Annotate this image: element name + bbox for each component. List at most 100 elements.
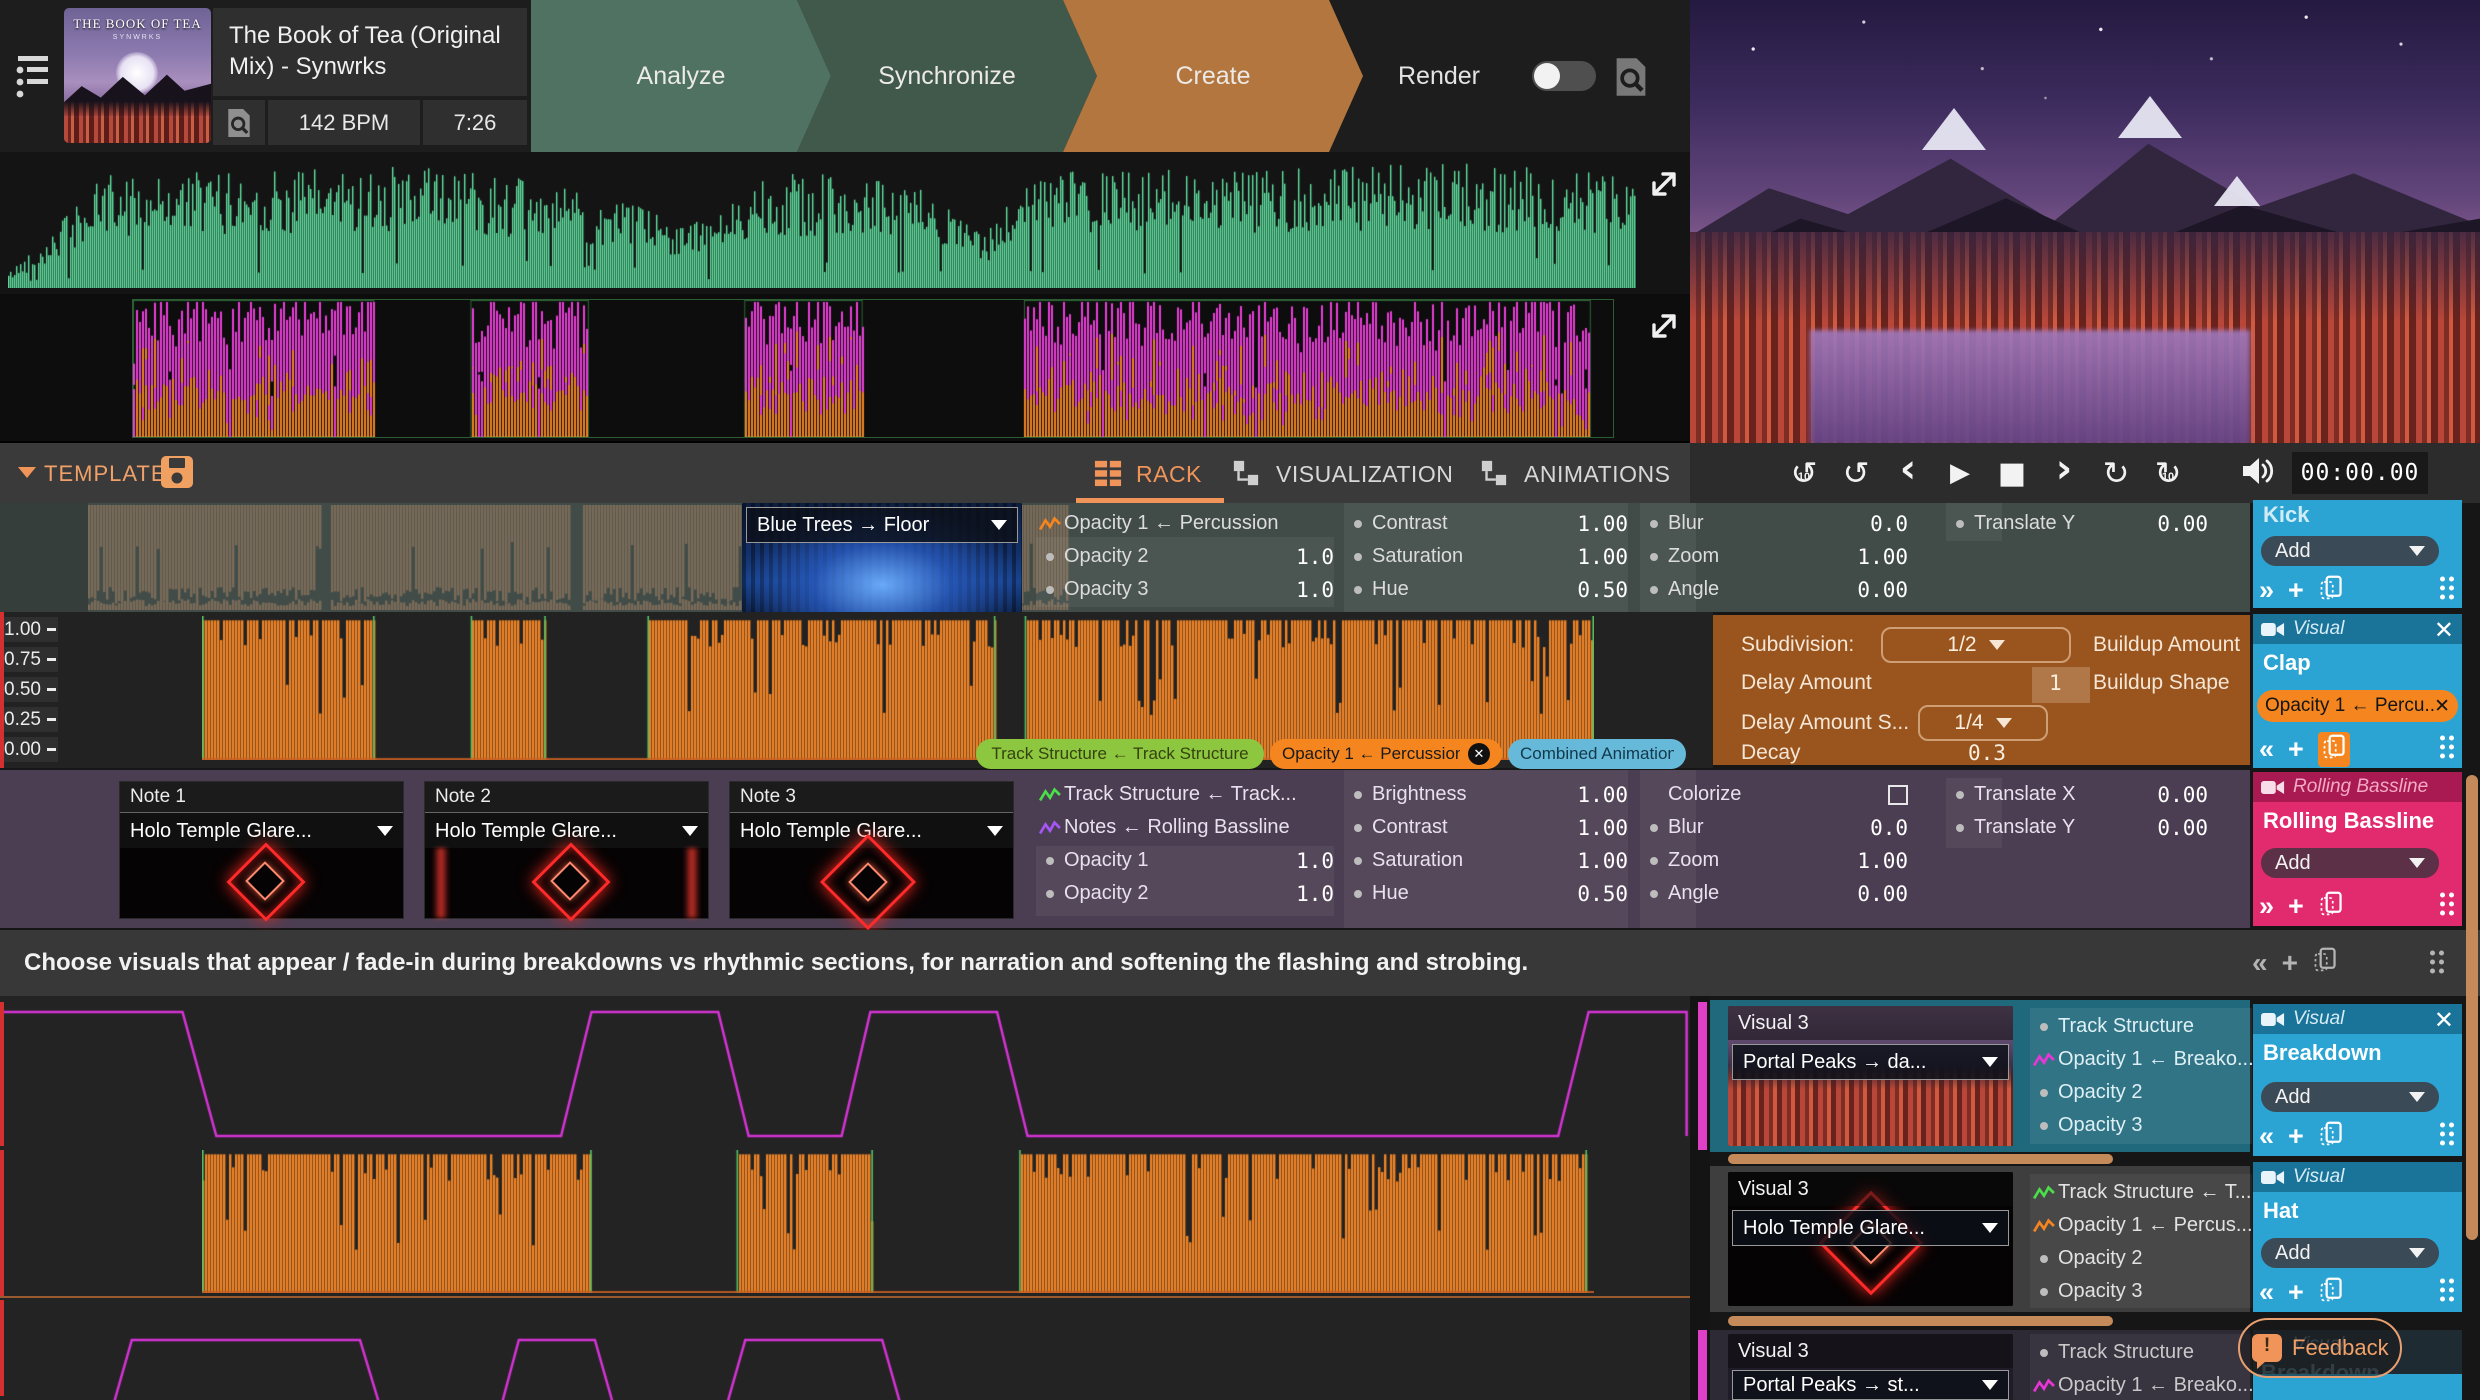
param-value[interactable]: 0.50 xyxy=(1569,882,1628,906)
add-effect-select[interactable]: Add xyxy=(2261,1238,2439,1268)
param-row[interactable]: Saturation1.00 xyxy=(1344,844,1628,877)
delay-amount-s-select[interactable]: 1/4 xyxy=(1918,705,2048,741)
collapse-left-icon[interactable]: « xyxy=(2252,947,2268,979)
param-row[interactable]: Brightness1.00 xyxy=(1344,778,1628,811)
param-row[interactable]: Track Structure xyxy=(2030,1336,2252,1369)
param-row[interactable]: Opacity 2 xyxy=(2030,1242,2252,1275)
param-row[interactable]: Opacity 31.0 xyxy=(1036,573,1334,606)
add-icon[interactable]: + xyxy=(2288,1279,2304,1306)
param-value[interactable]: 1.0 xyxy=(1288,849,1334,873)
param-value[interactable]: 1.0 xyxy=(1288,545,1334,569)
waveform-sync[interactable] xyxy=(133,300,1613,437)
add-icon[interactable]: + xyxy=(2288,893,2304,920)
note-visual-select[interactable]: Holo Temple Glare... xyxy=(120,812,403,850)
param-value[interactable]: 0.0 xyxy=(1862,816,1908,840)
animation-tag[interactable]: Opacity 1 ← Percussion✕ xyxy=(1270,739,1502,769)
param-row[interactable]: Colorize xyxy=(1640,778,1908,811)
render-toggle[interactable] xyxy=(1532,61,1596,91)
duplicate-icon[interactable] xyxy=(2318,890,2344,923)
param-row[interactable]: Opacity 21.0 xyxy=(1036,540,1334,573)
forward-10-button[interactable]: ↻10 xyxy=(2142,449,2194,497)
remove-icon[interactable]: ✕ xyxy=(1468,743,1490,765)
colorize-checkbox[interactable] xyxy=(1888,785,1908,805)
video-preview[interactable] xyxy=(1690,0,2480,445)
undo-button[interactable]: ↺ xyxy=(1830,449,1882,497)
track-card-kick[interactable]: Kick Add » + xyxy=(2253,500,2462,608)
drag-handle-icon[interactable] xyxy=(2438,574,2456,607)
rewind-10-button[interactable]: ↺10 xyxy=(1778,449,1830,497)
time-display[interactable]: 00:00.00 xyxy=(2292,452,2428,494)
param-row[interactable]: Angle0.00 xyxy=(1640,573,1908,606)
param-row[interactable]: Opacity 2 xyxy=(2030,1076,2252,1109)
note-slot-3[interactable]: Note 3 Holo Temple Glare... xyxy=(729,781,1014,919)
param-value[interactable]: 0.50 xyxy=(1569,578,1628,602)
param-row[interactable]: Notes ← Rolling Bassline xyxy=(1036,811,1334,844)
add-effect-select[interactable]: Add xyxy=(2261,536,2439,566)
param-row[interactable]: Angle0.00 xyxy=(1640,877,1908,910)
visual-slot-floor[interactable]: Blue Trees → Floor xyxy=(742,503,1022,612)
param-row[interactable]: Contrast1.00 xyxy=(1344,811,1628,844)
playhead[interactable] xyxy=(0,1002,4,1146)
param-row[interactable]: Translate Y0.00 xyxy=(1946,811,2208,844)
track-card-clap[interactable]: Visual ✕ Clap Opacity 1 ← Percu... ✕ « + xyxy=(2253,614,2462,768)
param-row[interactable]: Zoom1.00 xyxy=(1640,540,1908,573)
horizontal-scrollbar[interactable] xyxy=(1728,1316,2113,1326)
decay-value[interactable]: 0.3 xyxy=(1968,741,2006,765)
preview-search-button[interactable] xyxy=(1612,56,1650,103)
slider-handle[interactable] xyxy=(2032,667,2090,703)
drag-handle-icon[interactable] xyxy=(2438,890,2456,923)
visual-slot-hat[interactable]: Visual 3 Holo Temple Glare... xyxy=(1728,1172,2013,1306)
track-card-rolling-bassline[interactable]: Rolling Bassline Rolling Bassline Add » … xyxy=(2253,772,2462,926)
param-row[interactable]: Translate Y0.00 xyxy=(1946,507,2208,540)
param-value[interactable]: 1.00 xyxy=(1569,816,1628,840)
param-row[interactable]: Zoom1.00 xyxy=(1640,844,1908,877)
param-row[interactable]: Translate X0.00 xyxy=(1946,778,2208,811)
workflow-step-synchronize[interactable]: Synchronize xyxy=(797,0,1097,152)
playhead[interactable] xyxy=(0,612,4,768)
play-button[interactable]: ▶ xyxy=(1934,449,1986,497)
add-icon[interactable]: + xyxy=(2288,577,2304,604)
visual-select[interactable]: Portal Peaks → st... xyxy=(1732,1370,2009,1400)
param-row[interactable]: Blur0.0 xyxy=(1640,507,1908,540)
bpm-value[interactable]: 142 BPM xyxy=(268,100,420,145)
add-icon[interactable]: + xyxy=(2288,1123,2304,1150)
vertical-scrollbar[interactable] xyxy=(2466,775,2478,1240)
param-value[interactable]: 0.00 xyxy=(2149,512,2208,536)
param-value[interactable]: 0.0 xyxy=(1862,512,1908,536)
playhead[interactable] xyxy=(0,1150,4,1296)
drag-handle-icon[interactable] xyxy=(2438,733,2456,766)
param-row[interactable]: Track Structure xyxy=(2030,1010,2252,1043)
param-row[interactable]: Hue0.50 xyxy=(1344,573,1628,606)
menu-icon[interactable] xyxy=(14,54,56,103)
waveform-green[interactable] xyxy=(8,158,1636,288)
subdivision-select[interactable]: 1/2 xyxy=(1881,627,2071,663)
next-button[interactable]: › xyxy=(2038,449,2090,497)
album-art[interactable]: THE BOOK OF TEA SYNWRKS xyxy=(64,8,211,143)
expand-right-icon[interactable]: » xyxy=(2259,893,2274,920)
expand-icon[interactable] xyxy=(1644,164,1684,204)
param-value[interactable]: 1.0 xyxy=(1288,882,1334,906)
param-row[interactable]: Opacity 11.0 xyxy=(1036,844,1334,877)
param-row[interactable]: Blur0.0 xyxy=(1640,811,1908,844)
visual-slot-breakdown-2[interactable]: Visual 3 Portal Peaks → st... xyxy=(1728,1334,2013,1400)
horizontal-scrollbar[interactable] xyxy=(1728,1154,2113,1164)
add-effect-select[interactable]: Add xyxy=(2261,848,2439,878)
param-row[interactable]: Opacity 1 ← Percus... xyxy=(2030,1209,2252,1242)
visual-select[interactable]: Portal Peaks → da... xyxy=(1732,1044,2009,1080)
volume-button[interactable] xyxy=(2238,453,2278,494)
collapse-left-icon[interactable]: « xyxy=(2259,1123,2274,1150)
envelope-breakdown[interactable] xyxy=(0,1002,1690,1146)
workflow-step-render[interactable]: Render xyxy=(1398,0,1480,152)
expand-right-icon[interactable]: » xyxy=(2259,577,2274,604)
param-value[interactable]: 1.0 xyxy=(1288,578,1334,602)
param-row[interactable]: Opacity 1 ← Breako... xyxy=(2030,1043,2252,1076)
redo-button[interactable]: ↻ xyxy=(2090,449,2142,497)
drag-handle-icon[interactable] xyxy=(2438,1120,2456,1153)
note-slot-2[interactable]: Note 2 Holo Temple Glare... xyxy=(424,781,709,919)
save-template-button[interactable] xyxy=(160,455,194,494)
duplicate-icon[interactable] xyxy=(2318,1276,2344,1309)
add-icon[interactable]: + xyxy=(2288,736,2304,763)
tab-rack[interactable]: RACK xyxy=(1136,461,1202,488)
param-value[interactable]: 1.00 xyxy=(1569,512,1628,536)
param-value[interactable]: 0.00 xyxy=(1849,578,1908,602)
